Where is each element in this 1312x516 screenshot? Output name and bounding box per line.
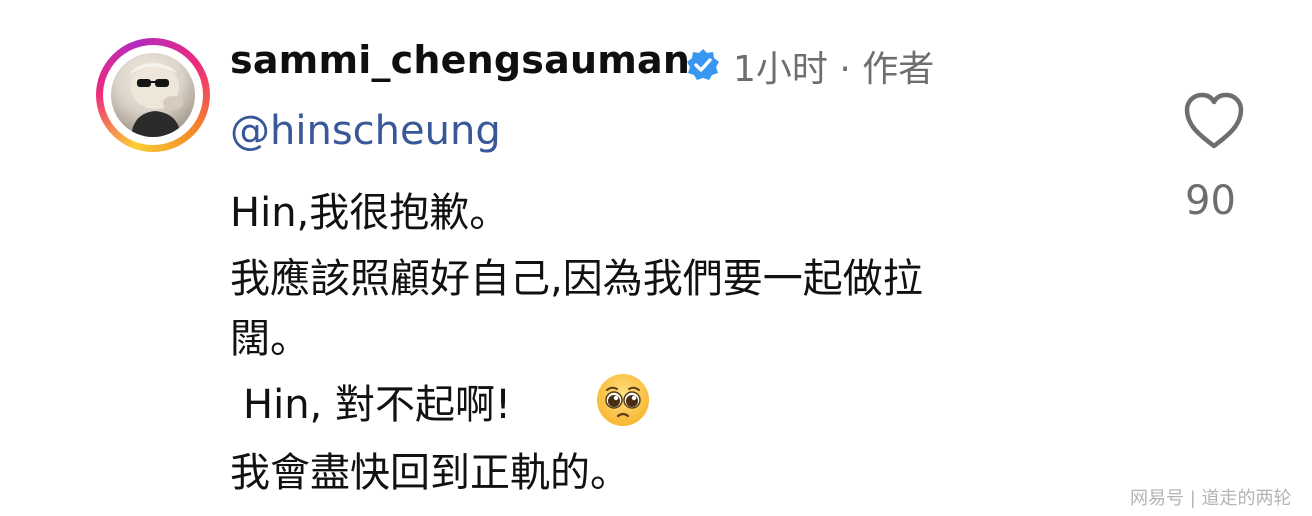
comment-line-3: 闊。 — [230, 316, 310, 362]
comment-line-2: 我應該照顧好自己,因為我們要一起做拉 — [230, 256, 923, 302]
comment-username[interactable]: sammi_chengsauman — [230, 38, 690, 82]
avatar-story-ring[interactable] — [96, 38, 210, 152]
pleading-face-emoji-icon — [597, 374, 649, 426]
verified-badge-icon — [687, 49, 719, 80]
comment-meta: 1小时 · 作者 — [733, 49, 935, 90]
comment-line-5: 我會盡快回到正軌的。 — [230, 450, 630, 496]
avatar[interactable] — [111, 53, 195, 137]
avatar-photo — [129, 63, 183, 137]
watermark-text: 网易号 | 道走的两轮 — [1130, 488, 1292, 509]
avatar-border — [103, 45, 203, 145]
like-count: 90 — [1185, 178, 1236, 224]
mention-link[interactable]: @hinscheung — [230, 108, 501, 154]
heart-icon[interactable] — [1183, 92, 1245, 150]
comment-line-1: Hin,我很抱歉。 — [230, 190, 510, 236]
comment-line-4: Hin, 對不起啊! — [243, 382, 512, 428]
